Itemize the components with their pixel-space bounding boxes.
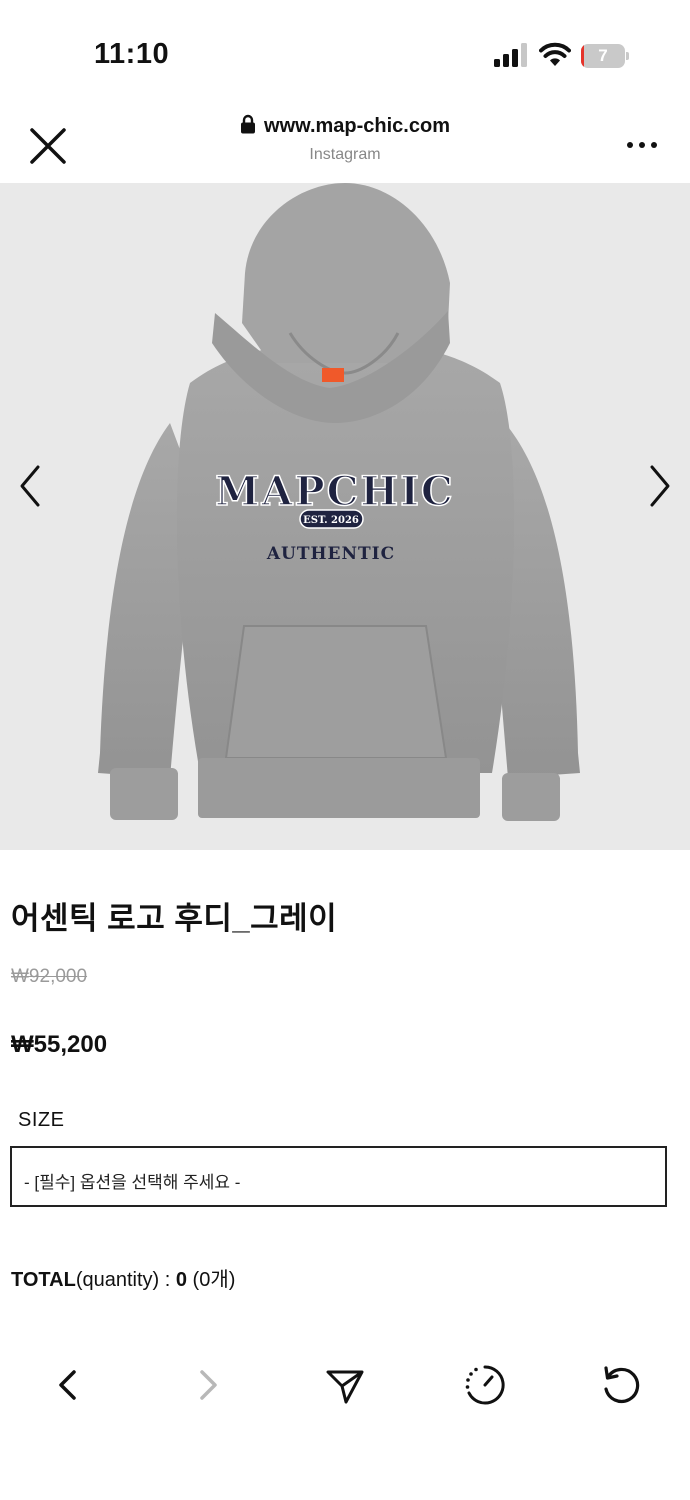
size-select-placeholder: - [필수] 옵션을 선택해 주세요 -	[24, 1173, 241, 1192]
product-gallery[interactable]: MAPCHIC EST. 2026 AUTHENTIC	[0, 183, 690, 850]
status-time: 11:10	[94, 38, 170, 70]
forward-icon[interactable]	[182, 1360, 232, 1410]
hoodie-logo-main: MAPCHIC	[215, 468, 455, 515]
battery-level: 7	[598, 46, 608, 65]
chevron-right-icon[interactable]	[642, 461, 678, 511]
url-text: www.map-chic.com	[264, 115, 450, 137]
total-count: (0개)	[186, 1269, 236, 1291]
product-title: 어센틱 로고 후디_그레이	[11, 901, 338, 936]
hoodie-logo-badge: EST. 2026	[303, 515, 359, 526]
chevron-left-icon[interactable]	[12, 461, 48, 511]
sale-price: ₩55,200	[11, 1031, 108, 1058]
size-label: SIZE	[18, 1109, 65, 1131]
url-bar[interactable]: www.map-chic.com	[0, 114, 690, 138]
total-qty-label: (quantity) :	[75, 1269, 176, 1291]
reload-icon[interactable]	[596, 1360, 646, 1410]
status-bar: 11:10 7	[0, 0, 690, 100]
hoodie-logo-sub: AUTHENTIC	[266, 544, 395, 564]
cellular-signal-icon	[494, 43, 527, 67]
total-label: TOTAL	[11, 1269, 76, 1291]
back-icon[interactable]	[44, 1360, 94, 1410]
more-horizontal-icon[interactable]	[624, 138, 660, 152]
browser-toolbar	[0, 1330, 690, 1440]
wifi-icon	[539, 42, 571, 66]
total-row: TOTAL(quantity) : 0 (0개)	[11, 1263, 235, 1292]
battery-indicator: 7	[581, 44, 629, 68]
size-select[interactable]: - [필수] 옵션을 선택해 주세요 -	[10, 1146, 667, 1207]
browser-header: www.map-chic.com Instagram	[0, 100, 690, 183]
total-amount: 0	[175, 1269, 187, 1291]
source-label: Instagram	[309, 146, 381, 163]
lock-icon	[241, 114, 256, 134]
grey-hoodie-product-photo: MAPCHIC EST. 2026 AUTHENTIC	[98, 183, 580, 821]
original-price: ₩92,000	[11, 966, 88, 987]
send-icon[interactable]	[320, 1360, 370, 1410]
history-icon[interactable]	[460, 1360, 510, 1410]
